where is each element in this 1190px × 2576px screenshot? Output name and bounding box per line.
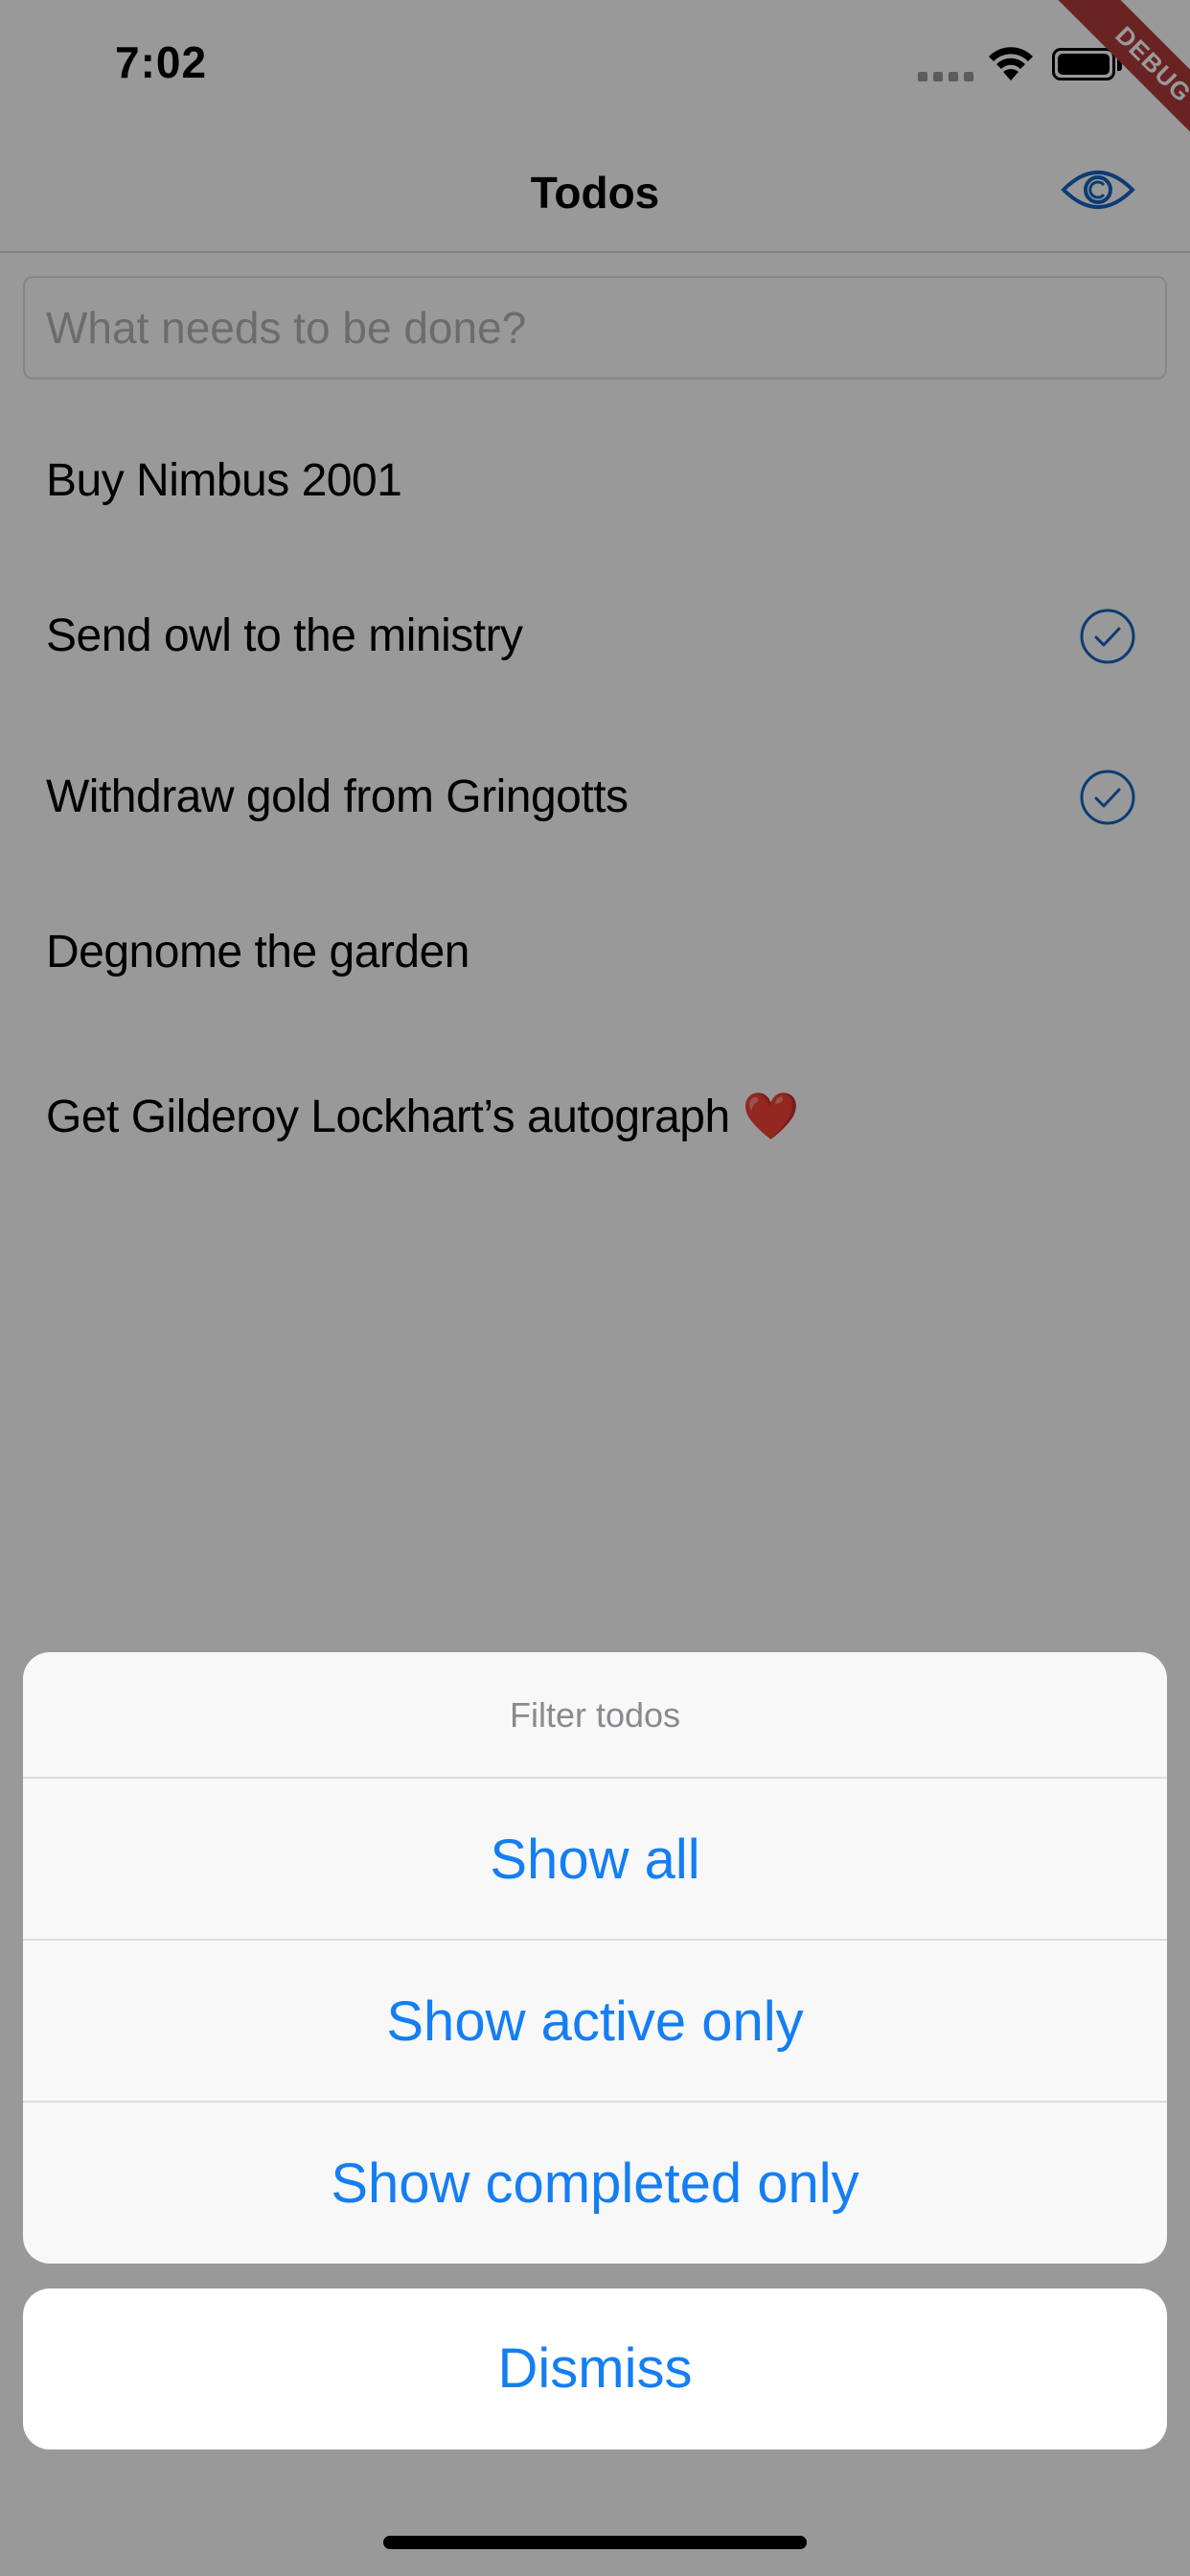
- app-screen: 7:02 Todos Buy Nimbus 2001 Send owl to t…: [0, 0, 1190, 2576]
- dismiss-button[interactable]: Dismiss: [23, 2288, 1167, 2450]
- filter-action-sheet: Filter todos Show all Show active only S…: [23, 1652, 1167, 2264]
- show-completed-only-button[interactable]: Show completed only: [23, 2103, 1167, 2264]
- action-sheet-title: Filter todos: [23, 1652, 1167, 1779]
- show-all-button[interactable]: Show all: [23, 1779, 1167, 1941]
- home-indicator[interactable]: [383, 2536, 807, 2549]
- show-active-only-button[interactable]: Show active only: [23, 1941, 1167, 2103]
